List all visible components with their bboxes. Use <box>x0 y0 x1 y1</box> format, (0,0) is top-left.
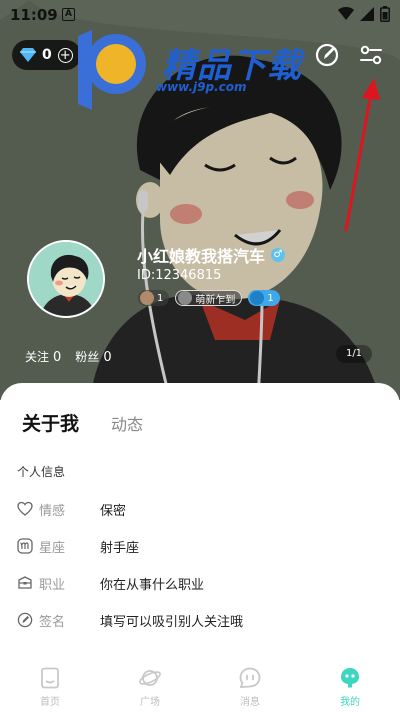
fans-label: 粉丝 <box>75 350 100 364</box>
nav-label: 我的 <box>340 697 360 708</box>
info-label: 星座 <box>39 540 66 556</box>
battery-icon <box>380 6 390 22</box>
annotation-arrow <box>344 78 380 232</box>
badge-row: 1 萌新乍到 1 <box>138 290 280 306</box>
info-label: 职业 <box>39 577 66 593</box>
status-icons <box>338 6 390 22</box>
profile-face-icon <box>341 668 359 688</box>
info-label: 签名 <box>39 614 66 630</box>
charm-badge[interactable]: 1 <box>248 290 280 306</box>
level-badge[interactable]: 1 <box>138 290 170 306</box>
bottom-navigation: 首页 广场 消息 我的 <box>0 662 400 712</box>
nav-label: 广场 <box>140 697 160 708</box>
nav-home[interactable]: 首页 <box>0 662 100 712</box>
status-time: 11:09 <box>10 6 58 24</box>
follow-stats: 关注 0 粉丝 0 <box>25 348 112 365</box>
newbie-icon <box>178 291 193 305</box>
info-value: 你在从事什么职业 <box>100 577 205 593</box>
newbie-badge[interactable]: 萌新乍到 <box>175 290 243 306</box>
charm-badge-value: 1 <box>267 292 274 304</box>
info-row-occupation[interactable]: 职业 你在从事什么职业 <box>17 573 204 593</box>
following-label: 关注 <box>25 350 50 364</box>
briefcase-icon <box>18 576 32 589</box>
tab-moments[interactable]: 动态 <box>111 411 143 435</box>
male-gender-icon: ♂ <box>271 248 286 262</box>
wifi-icon <box>338 7 354 20</box>
following-stat[interactable]: 关注 0 <box>25 348 61 365</box>
nav-messages[interactable]: 消息 <box>200 662 300 712</box>
wealth-level-icon <box>140 291 154 305</box>
info-value: 填写可以吸引别人关注哦 <box>100 614 244 630</box>
charm-level-icon <box>250 291 265 305</box>
notification-letter-icon: A <box>62 8 75 21</box>
planet-icon <box>139 670 161 686</box>
chat-icon <box>239 667 261 688</box>
profile-cover[interactable]: 11:09 A 0 + 精品下载 www.j9p.com 小红娘教我搭汽车 ♂ … <box>0 0 400 400</box>
user-id: ID:12346815 <box>137 268 222 283</box>
diamond-icon <box>20 48 36 62</box>
nickname: 小红娘教我搭汽车 ♂ <box>137 243 286 267</box>
heart-icon <box>17 501 33 516</box>
tab-about-me[interactable]: 关于我 <box>22 409 79 436</box>
nav-label: 消息 <box>240 697 260 708</box>
info-row-zodiac[interactable]: 星座 射手座 <box>17 536 139 556</box>
personal-info-title: 个人信息 <box>17 465 66 479</box>
info-row-signature[interactable]: 签名 填写可以吸引别人关注哦 <box>17 610 243 630</box>
newbie-badge-label: 萌新乍到 <box>195 294 236 306</box>
fans-stat[interactable]: 粉丝 0 <box>75 348 111 365</box>
cover-page-indicator: 1/1 <box>336 345 372 363</box>
info-label: 情感 <box>39 503 66 519</box>
following-count: 0 <box>53 350 62 365</box>
level-badge-value: 1 <box>157 292 164 304</box>
info-value: 保密 <box>100 503 127 519</box>
edit-profile-icon[interactable] <box>314 42 340 68</box>
watermark-logo: 精品下载 www.j9p.com <box>70 26 330 114</box>
fans-count: 0 <box>103 350 112 365</box>
nav-label: 首页 <box>40 697 60 708</box>
pen-icon <box>17 612 33 628</box>
avatar[interactable] <box>27 240 105 318</box>
home-icon <box>41 667 59 689</box>
nav-square[interactable]: 广场 <box>100 662 200 712</box>
info-value: 射手座 <box>100 540 140 556</box>
signal-icon <box>360 7 374 21</box>
diamond-count: 0 <box>42 47 52 63</box>
watermark-url: www.j9p.com <box>156 80 247 94</box>
info-row-emotion[interactable]: 情感 保密 <box>17 499 126 519</box>
nickname-text: 小红娘教我搭汽车 <box>137 247 266 266</box>
settings-sliders-icon[interactable] <box>358 42 384 68</box>
nav-mine[interactable]: 我的 <box>300 662 400 712</box>
zodiac-icon <box>17 538 33 554</box>
watermark-p-icon <box>78 30 146 110</box>
